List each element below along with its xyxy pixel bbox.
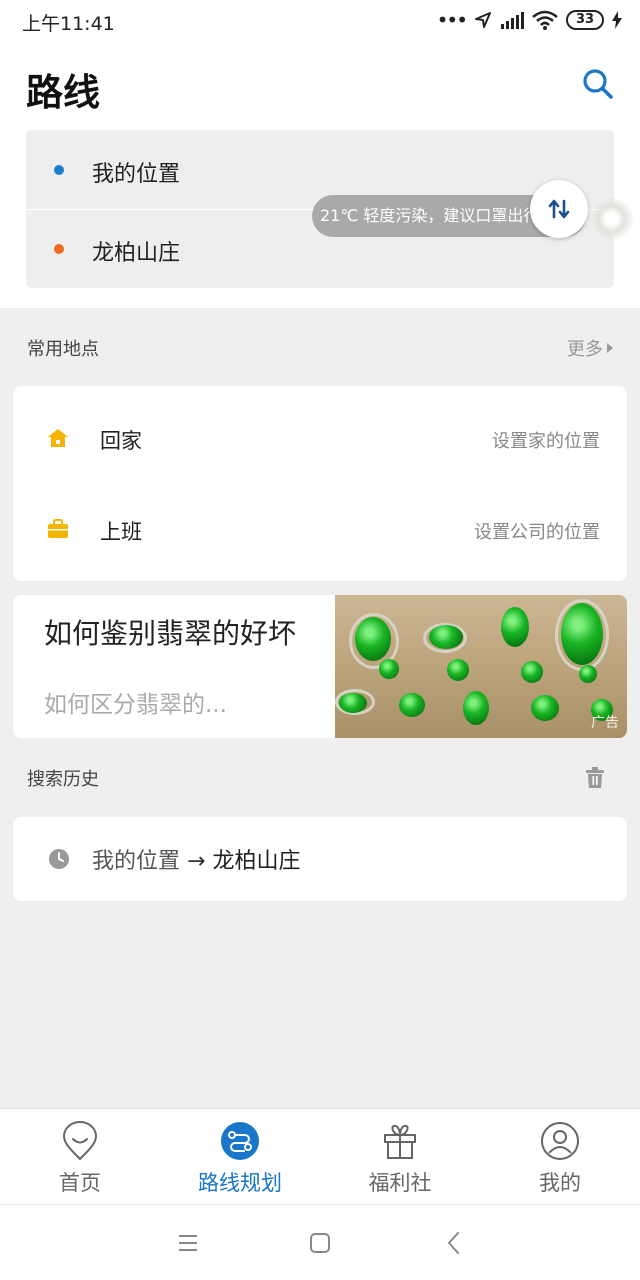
favorites-title: 常用地点: [27, 339, 99, 360]
ad-title: 如何鉴别翡翠的好坏: [44, 617, 297, 650]
search-icon[interactable]: [580, 66, 616, 102]
ad-subtitle: 如何区分翡翠的...: [44, 692, 227, 718]
gem-image: [399, 693, 425, 717]
tab-mine[interactable]: 我的: [480, 1109, 640, 1205]
briefcase-icon: [48, 519, 68, 538]
location-arrow-icon: [475, 12, 491, 28]
more-label: 更多: [567, 339, 603, 360]
trash-icon[interactable]: [585, 767, 605, 789]
gem-image: [379, 659, 399, 679]
gem-image: [355, 617, 391, 661]
history-arrow: →: [187, 849, 206, 874]
charging-bolt-icon: [612, 11, 622, 29]
route-plan-icon: [221, 1122, 259, 1160]
favorite-hint: 设置公司的位置: [474, 522, 600, 543]
user-icon: [541, 1122, 579, 1160]
favorites-more-link[interactable]: 更多: [567, 335, 613, 361]
gem-image: [531, 695, 559, 721]
history-to: 龙柏山庄: [212, 849, 301, 874]
tab-home[interactable]: 首页: [0, 1109, 160, 1205]
menu-icon[interactable]: [174, 1229, 202, 1257]
favorite-hint: 设置家的位置: [492, 431, 600, 452]
home-icon: [48, 429, 68, 447]
route-header: 路线 我的位置 龙柏山庄: [0, 40, 640, 308]
more-dots-icon: •••: [436, 8, 468, 32]
chevron-right-icon: [607, 343, 613, 353]
clock-icon: [49, 849, 69, 869]
gem-image: [463, 691, 489, 725]
tab-label: 路线规划: [198, 1171, 282, 1195]
status-bar: 上午11:41 ••• 33: [0, 0, 640, 40]
gem-image: [429, 625, 463, 649]
swap-route-button[interactable]: [530, 180, 588, 238]
home-smile-icon: [62, 1121, 98, 1161]
bottom-tab-bar: 首页 路线规划 福利社 我的: [0, 1108, 640, 1204]
history-header: 搜索历史: [0, 757, 640, 797]
favorite-name: 回家: [100, 429, 142, 453]
status-time: 上午11:41: [22, 13, 115, 35]
gem-image: [501, 607, 529, 647]
gem-image: [561, 603, 603, 665]
swap-icon: [548, 199, 570, 219]
history-from: 我的位置: [92, 849, 181, 874]
favorites-card: 回家 设置家的位置 上班 设置公司的位置: [13, 386, 627, 581]
signal-icon: [501, 12, 524, 29]
gem-image: [579, 665, 597, 683]
gem-image: [447, 659, 469, 681]
start-dot-icon: [54, 165, 64, 175]
home-square-icon[interactable]: [306, 1229, 334, 1257]
ad-tag: 广告: [591, 715, 619, 731]
favorite-name: 上班: [100, 520, 142, 544]
tab-label: 福利社: [368, 1171, 432, 1195]
page-title: 路线: [26, 71, 100, 114]
ad-image: 广告: [335, 595, 627, 738]
favorites-header: 常用地点 更多: [0, 327, 640, 367]
route-start-label: 我的位置: [92, 162, 181, 187]
weather-haze-icon: [592, 198, 636, 240]
wifi-icon: [532, 10, 558, 30]
gem-image: [521, 661, 543, 683]
favorite-item-work[interactable]: 上班 设置公司的位置: [13, 484, 627, 574]
tab-label: 首页: [59, 1171, 101, 1195]
tab-label: 我的: [539, 1171, 581, 1195]
route-end-label: 龙柏山庄: [92, 241, 181, 266]
history-text: 我的位置 → 龙柏山庄: [92, 843, 300, 875]
ad-card[interactable]: 如何鉴别翡翠的好坏 如何区分翡翠的... 广告: [13, 595, 627, 738]
favorite-item-home[interactable]: 回家 设置家的位置: [13, 393, 627, 483]
tab-route-plan[interactable]: 路线规划: [160, 1109, 320, 1205]
back-icon[interactable]: [440, 1229, 468, 1257]
gift-icon: [384, 1124, 416, 1159]
status-icons: ••• 33: [437, 8, 622, 32]
gem-image: [339, 693, 367, 713]
system-nav-bar: [0, 1204, 640, 1280]
battery-icon: 33: [566, 10, 604, 30]
history-title: 搜索历史: [27, 769, 99, 790]
end-dot-icon: [54, 244, 64, 254]
history-item[interactable]: 我的位置 → 龙柏山庄: [13, 817, 627, 901]
tab-welfare[interactable]: 福利社: [320, 1109, 480, 1205]
